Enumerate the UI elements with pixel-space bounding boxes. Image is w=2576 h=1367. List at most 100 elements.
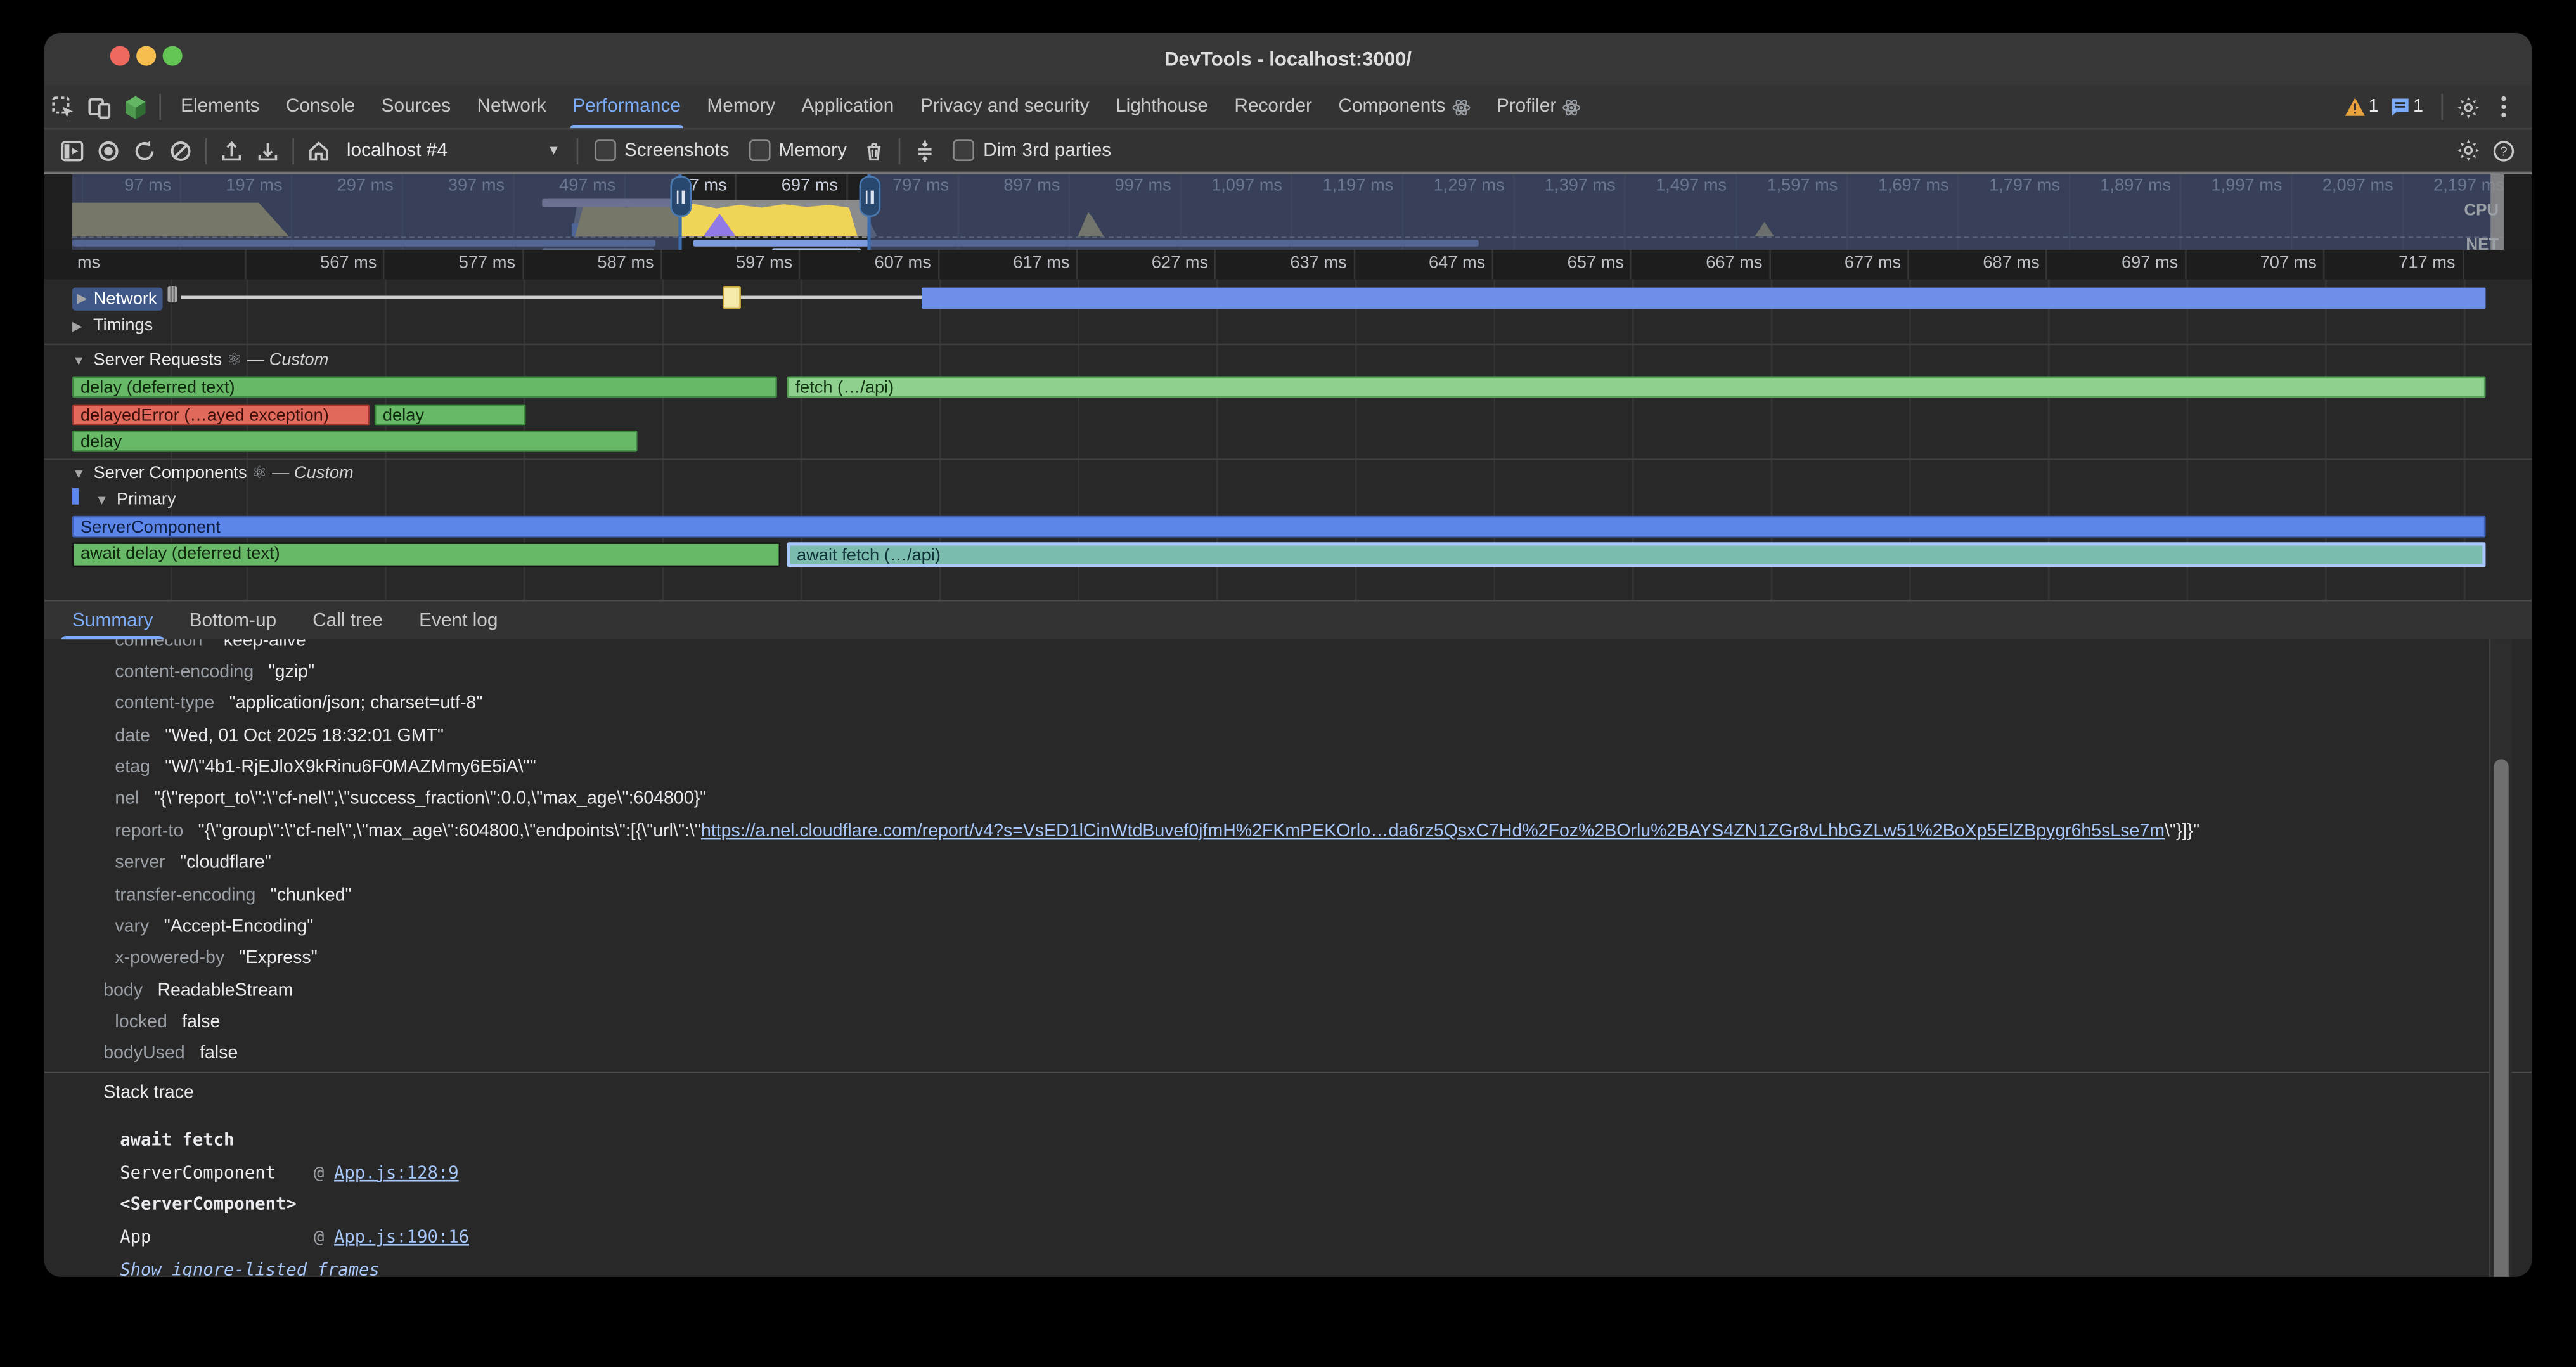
message-count: 1	[2413, 97, 2423, 117]
details-tab[interactable]: Event log	[401, 600, 516, 640]
event-bar-server-component[interactable]: ServerComponent	[72, 516, 2485, 538]
property-key: server	[115, 853, 165, 873]
upload-profile-icon[interactable]	[214, 133, 250, 169]
expand-arrow-icon[interactable]: ▶	[72, 319, 89, 334]
details-tab[interactable]: Call tree	[295, 600, 401, 640]
help-icon[interactable]: ?	[2485, 133, 2521, 169]
devtools-panel-tab[interactable]: Components	[1325, 86, 1483, 128]
devtools-panel-tab[interactable]: Profiler	[1483, 86, 1594, 128]
server-requests-track-header[interactable]: ▼ Server Requests ⚛ — Custom	[72, 350, 2504, 373]
messages-badge[interactable]: 1	[2390, 97, 2423, 117]
devtools-panel-tab[interactable]: Recorder	[1221, 86, 1325, 128]
screenshots-checkbox[interactable]: Screenshots	[595, 139, 729, 161]
devtools-panel-tab[interactable]: Console	[273, 86, 368, 128]
ruler-tick-label: 567 ms	[247, 250, 385, 280]
property-key: connection	[115, 639, 202, 650]
stack-trace-section: Stack trace await fetch ServerComponent …	[103, 1083, 2466, 1277]
inspect-element-icon[interactable]	[44, 89, 80, 125]
response-properties-list: connection "keep-alive" content-encoding…	[103, 639, 2466, 1070]
summary-scrollbar-track[interactable]	[2489, 639, 2512, 1277]
devtools-panel-tab[interactable]: Elements	[167, 86, 273, 128]
extension-gem-icon[interactable]	[117, 89, 153, 125]
network-track-label[interactable]: ▶ Network	[72, 287, 162, 309]
history-select[interactable]: localhost #4 ▼	[347, 141, 560, 160]
collapse-arrow-icon[interactable]: ▼	[72, 353, 89, 368]
compress-icon	[908, 133, 944, 169]
timeline-overview[interactable]: 97 ms 197 ms 297 ms 397 ms 497 ms 597 ms…	[44, 172, 2532, 251]
event-bar-delay[interactable]: delay	[72, 431, 638, 452]
property-value: "chunked"	[271, 885, 352, 905]
devtools-panel-tab[interactable]: Privacy and security	[907, 86, 1102, 128]
selection-left-handle[interactable]	[669, 176, 691, 217]
report-url-link[interactable]: https://a.nel.cloudflare.com/report/v4?s…	[701, 821, 2165, 841]
devtools-panel-tab[interactable]: Application	[789, 86, 907, 128]
track-resize-grip[interactable]	[167, 286, 177, 302]
devtools-panel-tab[interactable]: Network	[464, 86, 560, 128]
property-value: "Express"	[239, 949, 317, 968]
show-ignore-listed-frames-link[interactable]: Show ignore-listed frames	[103, 1260, 380, 1276]
network-request-bar[interactable]	[922, 287, 2485, 308]
flame-chart[interactable]: ▶ Network ▶ Timings ▼ Server Requests ⚛ …	[44, 280, 2532, 600]
property-value: "{\"group\":\"cf-nel\",\"max_age\":60480…	[198, 821, 701, 841]
ruler-tick-label: 727 ms	[2463, 250, 2532, 280]
primary-group-row[interactable]: ▼ Primary	[72, 489, 2504, 512]
live-metrics-icon[interactable]	[55, 133, 91, 169]
download-profile-icon[interactable]	[250, 133, 286, 169]
stack-frame-row: App @ App.js:190:16	[103, 1222, 2466, 1254]
property-key: report-to	[115, 821, 183, 841]
expand-arrow-icon[interactable]: ▶	[77, 291, 94, 306]
details-tab[interactable]: Bottom-up	[171, 600, 295, 640]
event-bar-fetch-api[interactable]: fetch (…/api)	[787, 377, 2485, 398]
property-value: "cloudflare"	[180, 853, 271, 873]
summary-scrollbar-thumb[interactable]	[2494, 759, 2508, 1276]
divider	[292, 137, 294, 163]
more-options-kebab-icon[interactable]	[2485, 89, 2521, 125]
record-icon[interactable]	[91, 133, 127, 169]
memory-checkbox[interactable]: Memory	[749, 139, 847, 161]
collect-garbage-icon[interactable]	[857, 133, 893, 169]
summary-panel[interactable]: connection "keep-alive" content-encoding…	[44, 639, 2532, 1277]
property-key: content-type	[115, 694, 214, 714]
source-location-link[interactable]: App.js:190:16	[334, 1228, 469, 1248]
track-divider	[44, 344, 2532, 346]
event-bar-delayed-error[interactable]: delayedError (…ayed exception)	[72, 405, 370, 426]
react-atom-icon	[1452, 98, 1471, 116]
event-bar-delay-deferred[interactable]: delay (deferred text)	[72, 377, 777, 398]
property-value: false	[200, 1044, 238, 1064]
selection-right-handle[interactable]	[858, 176, 880, 217]
network-track[interactable]: ▶ Network	[72, 286, 2504, 309]
devtools-panel-tab[interactable]: Lighthouse	[1102, 86, 1221, 128]
dim-3rd-parties-checkbox[interactable]: Dim 3rd parties	[953, 139, 1111, 161]
reload-and-record-icon[interactable]	[127, 133, 163, 169]
svg-text:?: ?	[2500, 143, 2508, 158]
property-key: etag	[115, 758, 150, 777]
details-tab[interactable]: Summary	[55, 600, 172, 640]
overview-tick-label: 697 ms	[735, 174, 846, 197]
warnings-badge[interactable]: 1	[2344, 97, 2379, 117]
section-divider	[44, 1072, 2532, 1073]
react-atom-icon: ⚛	[227, 350, 242, 370]
toggle-device-toolbar-icon[interactable]	[80, 89, 117, 125]
capture-settings-gear-icon[interactable]	[2449, 133, 2485, 169]
ruler-tick-label: 707 ms	[2186, 250, 2325, 280]
event-bar-delay[interactable]: delay	[375, 405, 525, 426]
collapse-arrow-icon[interactable]: ▼	[72, 467, 89, 481]
devtools-panel-tab[interactable]: Memory	[694, 86, 789, 128]
server-components-track-header[interactable]: ▼ Server Components ⚛ — Custom	[72, 463, 2504, 486]
collapse-arrow-icon[interactable]: ▼	[95, 493, 112, 508]
request-queued-block[interactable]	[723, 286, 741, 309]
ruler-tick-label: 647 ms	[1355, 250, 1494, 280]
event-bar-await-delay[interactable]: await delay (deferred text)	[72, 542, 780, 567]
timeline-ruler: ms 567 ms 577 ms 587 ms 597 ms 607 ms 61…	[44, 250, 2532, 280]
property-key: transfer-encoding	[115, 885, 255, 905]
devtools-panel-tab[interactable]: Sources	[368, 86, 464, 128]
home-icon[interactable]	[300, 133, 337, 169]
summary-property-row: transfer-encoding "chunked"	[103, 879, 2466, 910]
event-bar-await-fetch-selected[interactable]: await fetch (…/api)	[787, 542, 2485, 567]
source-location-link[interactable]: App.js:128:9	[334, 1163, 459, 1182]
clear-icon[interactable]	[163, 133, 199, 169]
devtools-panel-tab[interactable]: Performance	[560, 86, 694, 128]
settings-gear-icon[interactable]	[2449, 89, 2485, 125]
timings-track[interactable]: ▶ Timings	[72, 316, 2504, 339]
ruler-tick-label: 687 ms	[1909, 250, 2048, 280]
